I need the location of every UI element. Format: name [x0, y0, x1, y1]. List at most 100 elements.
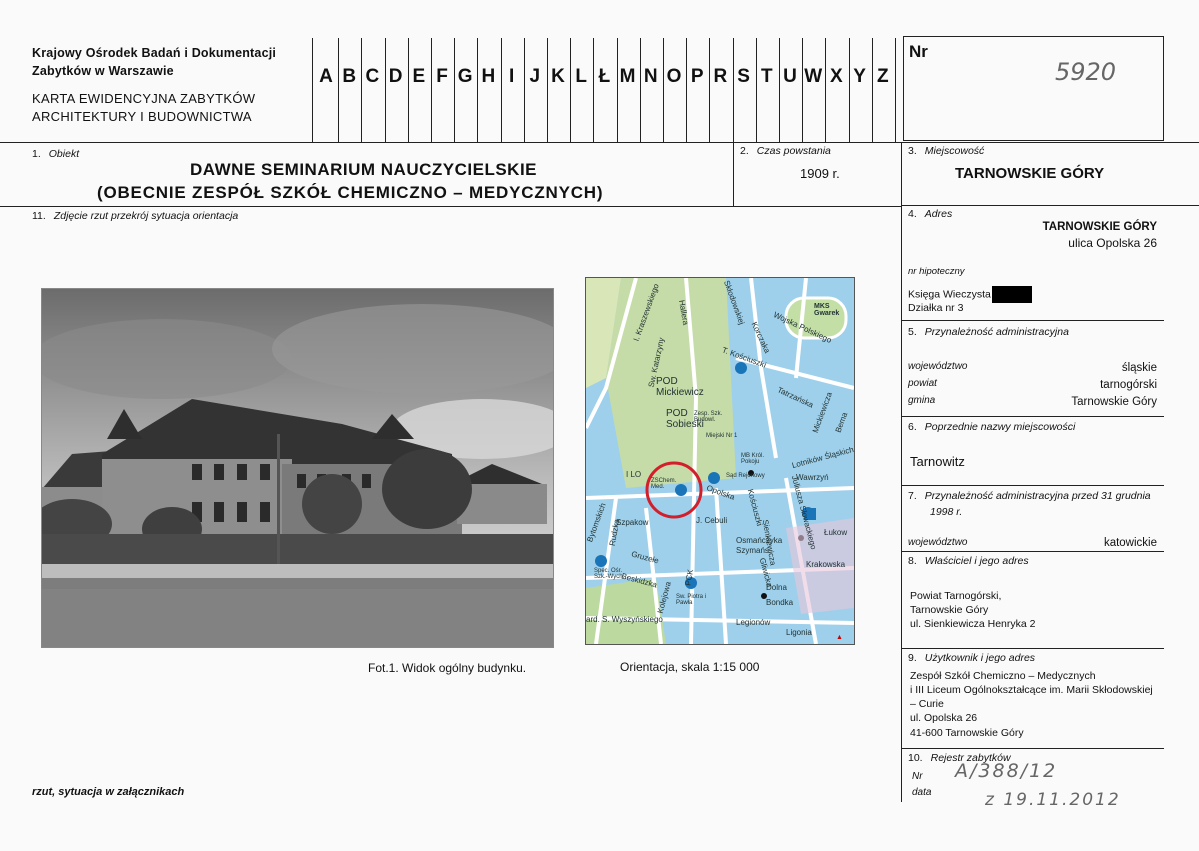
- alphabet-letter: L: [575, 66, 587, 87]
- map-label: Miejski Nr 1: [706, 433, 738, 439]
- org-name-line1: Krajowy Ośrodek Badań i Dokumentacji: [32, 46, 277, 60]
- alphabet-divider: [802, 38, 804, 142]
- admin-before-value: katowickie: [1103, 537, 1157, 549]
- alphabet-letter: C: [365, 66, 380, 87]
- alphabet-letter: E: [412, 66, 426, 87]
- admin-before-label: 7. Przynależność administracyjna przed 31…: [908, 490, 1151, 502]
- rule-8-9: [901, 648, 1164, 649]
- alphabet-letter: S: [737, 66, 750, 87]
- rule-5-6: [901, 416, 1164, 417]
- user-line: Zespół Szkół Chemiczno – Medycznych: [910, 670, 1096, 682]
- register-date-value: z 19.11.2012: [985, 790, 1121, 810]
- admin-value-county: tarnogórski: [1100, 379, 1157, 391]
- alphabet-letter: I: [508, 66, 515, 87]
- photo-caption: Fot.1. Widok ogólny budynku.: [368, 661, 527, 675]
- alphabet-letter: F: [436, 66, 448, 87]
- header-bottom-rule: [0, 142, 1199, 143]
- land-register: Księga Wieczysta: [908, 286, 1032, 303]
- alphabet-divider: [593, 38, 595, 142]
- user-line: – Curie: [910, 698, 944, 710]
- map-label: Ligonia: [786, 628, 812, 637]
- rule-3-4: [901, 205, 1199, 206]
- alphabet-letter: Y: [853, 66, 866, 87]
- rule-9-10: [901, 748, 1164, 749]
- card-title-line1: KARTA EWIDENCYJNA ZABYTKÓW: [32, 91, 256, 106]
- map-label: Zesp. Szk. Budowl.: [694, 411, 723, 423]
- map-label: MKS Gwarek: [814, 303, 840, 317]
- user-line: i III Liceum Ogólnokształcące im. Marii …: [910, 684, 1153, 696]
- orientation-map: I. Kraszewskiego Sw. Katarzyny Hallera S…: [585, 277, 855, 645]
- map-label: Sąd Rejonowy: [726, 473, 765, 479]
- alphabet-letter: T: [760, 66, 773, 87]
- record-card-page: { "header": { "org_line1": "Krajowy Ośro…: [0, 0, 1199, 851]
- alphabet-divider: [477, 38, 479, 142]
- alphabet-letter: K: [551, 66, 565, 87]
- header-divider: [312, 38, 313, 142]
- map-label: Krakowska: [806, 560, 846, 569]
- alphabet-divider: [361, 38, 363, 142]
- building-photo: [41, 288, 554, 648]
- card-title-line2: ARCHITEKTURY I BUDOWNICTWA: [32, 109, 252, 124]
- alphabet-divider: [755, 38, 757, 142]
- photos-label: 11. Zdjęcie rzut przekrój sytuacja orient…: [32, 210, 239, 222]
- object-label: 1. Obiekt: [32, 148, 80, 160]
- redaction-block: [991, 286, 1032, 303]
- divider-1-2: [733, 142, 734, 206]
- alphabet-letter: H: [481, 66, 496, 87]
- rule-7-8: [901, 551, 1164, 552]
- register-nr-label: Nr: [912, 771, 923, 782]
- rule-4-5: [901, 320, 1164, 321]
- object-title-line2: (OBECNIE ZESPÓŁ SZKÓŁ CHEMICZNO – MEDYCZ…: [97, 183, 604, 202]
- alphabet-divider: [616, 38, 618, 142]
- object-title-line1: DAWNE SEMINARIUM NAUCZYCIELSKIE: [190, 160, 538, 179]
- alphabet-letter: J: [529, 66, 541, 87]
- alphabet-divider: [663, 38, 664, 142]
- alphabet-letter: N: [643, 66, 658, 87]
- alphabet-letter: P: [690, 66, 704, 87]
- alphabet-divider: [523, 38, 525, 142]
- alphabet-divider: [384, 38, 386, 142]
- admin-value-commune: Tarnowskie Góry: [1071, 396, 1157, 408]
- map-label: POD Mickiewicz: [656, 376, 704, 398]
- map-label: Szymańs: [736, 546, 769, 555]
- alphabet-letter: B: [342, 66, 357, 87]
- owner-line: Powiat Tarnogórski,: [910, 590, 1002, 602]
- map-label: Legionów: [736, 618, 771, 627]
- alphabet-letter: M: [619, 66, 636, 87]
- alphabet-divider: [732, 38, 734, 142]
- plot-number: Działka nr 3: [908, 302, 964, 314]
- alphabet-divider: [639, 38, 641, 142]
- map-label: Sw. Piotra i Pawła: [676, 594, 707, 606]
- map-label: I LO: [626, 470, 642, 479]
- alphabet-divider: [338, 38, 340, 142]
- right-column-divider: [901, 142, 902, 802]
- locality-value: TARNOWSKIE GÓRY: [955, 165, 1105, 182]
- map-label: ZSChem. Med.: [651, 478, 677, 490]
- nr-box: [903, 36, 1164, 141]
- admin-value-voivodeship: śląskie: [1121, 362, 1157, 374]
- map-label: J. Cebuli: [696, 516, 728, 525]
- alphabet-letter: X: [830, 66, 843, 87]
- alphabet-letter: G: [457, 66, 473, 87]
- admin-key-county: powiat: [908, 378, 937, 389]
- alphabet-letter: U: [783, 66, 797, 87]
- alphabet-letter: O: [666, 66, 682, 87]
- register-nr-value: A/388/12: [955, 760, 1058, 782]
- map-label: ard. S. Wyszyńskiego: [586, 615, 663, 624]
- mortgage-label: nr hipoteczny: [908, 266, 965, 277]
- admin-label: 5. Przynależność administracyjna: [908, 326, 1069, 338]
- nr-label: Nr: [909, 42, 928, 61]
- address-city: TARNOWSKIE GÓRY: [1042, 221, 1157, 233]
- locality-label: 3. Miejscowość: [908, 145, 985, 157]
- alphabet-divider: [547, 38, 548, 142]
- map-label: MB Król. Pokoju: [741, 453, 765, 465]
- alphabet-letter: A: [319, 66, 333, 87]
- owner-line: Tarnowskie Góry: [910, 604, 989, 616]
- map-caption: Orientacja, skala 1:15 000: [620, 660, 760, 674]
- address-street: ulica Opolska 26: [1068, 236, 1157, 250]
- alphabet-letter: Ł: [598, 66, 611, 87]
- owner-label: 8. Właściciel i jego adres: [908, 555, 1029, 567]
- admin-key-commune: gmina: [908, 395, 936, 406]
- alphabet-divider: [709, 38, 711, 142]
- alphabet-divider: [407, 38, 409, 142]
